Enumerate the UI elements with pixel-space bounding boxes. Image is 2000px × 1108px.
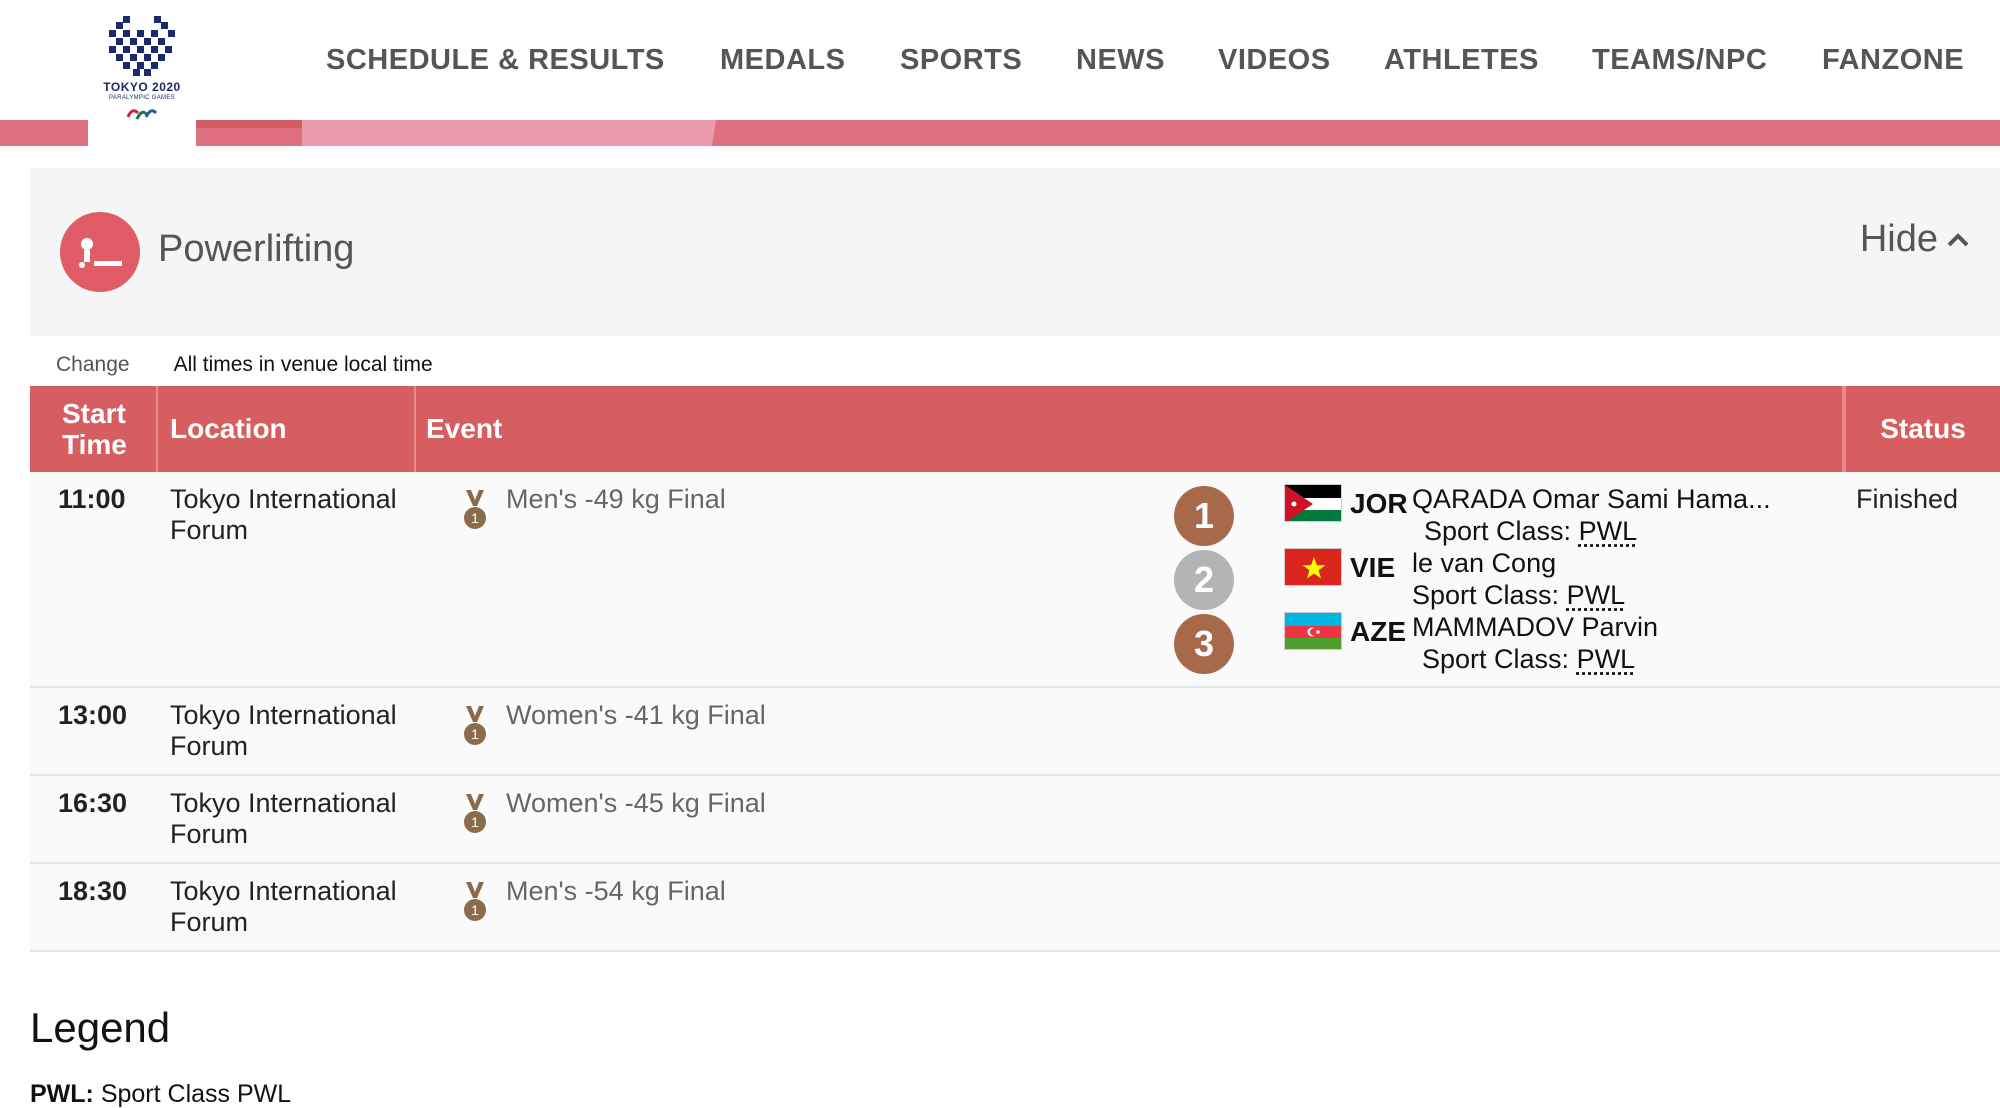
- row-event[interactable]: Women's -45 kg Final: [506, 788, 766, 819]
- site-header: TOKYO 2020 PARALYMPIC GAMES SCHEDULE & R…: [0, 0, 2000, 146]
- result-item: 1 JOR QARADA Omar Sami Hama... Sport Cla…: [1174, 482, 1814, 546]
- schedule-table: Start Time Location Event Status 11:00 T…: [30, 386, 2000, 952]
- result-item: 3 AZE MAMMADOV Parvin Sport Class: PWL: [1174, 610, 1814, 674]
- row-start-time: 18:30: [58, 876, 128, 906]
- row-start-time: 11:00: [58, 484, 126, 514]
- header-location: Location: [158, 386, 416, 472]
- sport-class-label: Sport Class:: [1422, 644, 1570, 674]
- silver-medal-icon: 2: [1174, 550, 1234, 610]
- header-status: Status: [1844, 386, 2000, 472]
- hide-label: Hide: [1859, 218, 1938, 260]
- timezone-note: All times in venue local time: [173, 353, 433, 376]
- result-item: 2 VIE le van Cong Sport Class: PWL: [1174, 546, 1814, 610]
- legend-item: PWL: Sport Class PWL: [30, 1080, 291, 1108]
- nav-athletes[interactable]: ATHLETES: [1384, 44, 1539, 77]
- nav-news[interactable]: NEWS: [1076, 44, 1165, 77]
- bronze-medal-icon: 3: [1174, 614, 1234, 674]
- row-location: Tokyo International Forum: [170, 484, 397, 545]
- tokyo-2020-logo[interactable]: TOKYO 2020 PARALYMPIC GAMES: [88, 0, 196, 146]
- emblem-icon: [109, 16, 175, 76]
- row-start-time: 13:00: [58, 700, 128, 730]
- header-start-time-line1: Start: [62, 398, 126, 429]
- row-event[interactable]: Men's -49 kg Final: [506, 484, 726, 515]
- table-row[interactable]: 13:00 Tokyo International Forum 1 Women'…: [30, 688, 2000, 776]
- medal-event-icon: 1: [462, 794, 488, 843]
- sport-title: Powerlifting: [158, 228, 355, 270]
- svg-text:1: 1: [471, 902, 479, 918]
- sport-panel: Powerlifting Hide: [30, 168, 2000, 336]
- result-athlete-name[interactable]: MAMMADOV Parvin: [1412, 612, 1658, 643]
- medal-event-icon: 1: [462, 706, 488, 755]
- main-nav: SCHEDULE & RESULTS MEDALS SPORTS NEWS VI…: [300, 40, 2000, 80]
- chevron-up-icon: [1947, 232, 1969, 246]
- results-list: 1 JOR QARADA Omar Sami Hama... Sport Cla…: [1174, 482, 1814, 674]
- vietnam-flag-icon: [1284, 548, 1342, 586]
- logo-text: TOKYO 2020: [103, 80, 181, 94]
- sport-class-label: Sport Class:: [1412, 580, 1560, 610]
- svg-text:1: 1: [471, 814, 479, 830]
- table-row[interactable]: 18:30 Tokyo International Forum 1 Men's …: [30, 864, 2000, 952]
- row-event[interactable]: Women's -41 kg Final: [506, 700, 766, 731]
- row-status: Finished: [1856, 484, 1959, 514]
- jordan-flag-icon: [1284, 484, 1342, 522]
- svg-text:1: 1: [471, 510, 479, 526]
- legend-description: Sport Class PWL: [100, 1080, 292, 1108]
- result-noc: AZE: [1350, 616, 1406, 647]
- change-link[interactable]: Change: [56, 353, 130, 377]
- nav-fanzone[interactable]: FANZONE: [1822, 44, 1964, 77]
- svg-text:1: 1: [471, 726, 479, 742]
- row-event[interactable]: Men's -54 kg Final: [506, 876, 726, 907]
- header-stripe-accent: [196, 120, 302, 128]
- header-start-time-line2: Time: [62, 429, 127, 460]
- nav-sports[interactable]: SPORTS: [900, 44, 1022, 77]
- nav-videos[interactable]: VIDEOS: [1218, 44, 1331, 77]
- row-location: Tokyo International Forum: [170, 876, 397, 937]
- result-athlete-name[interactable]: QARADA Omar Sami Hama...: [1412, 484, 1771, 515]
- sport-class-code[interactable]: PWL: [1579, 516, 1638, 546]
- result-athlete-name[interactable]: le van Cong: [1412, 548, 1556, 579]
- nav-schedule-results[interactable]: SCHEDULE & RESULTS: [326, 44, 665, 77]
- result-sport-class: Sport Class: PWL: [1422, 644, 1635, 675]
- agitos-icon: [126, 109, 158, 120]
- row-location: Tokyo International Forum: [170, 700, 397, 761]
- result-noc: JOR: [1350, 488, 1408, 519]
- gold-medal-icon: 1: [1174, 486, 1234, 546]
- medal-event-icon: 1: [462, 882, 488, 931]
- nav-medals[interactable]: MEDALS: [720, 44, 845, 77]
- row-location: Tokyo International Forum: [170, 788, 397, 849]
- row-start-time: 16:30: [58, 788, 128, 818]
- header-start-time: Start Time: [30, 386, 158, 472]
- header-event: Event: [416, 386, 1844, 472]
- sport-class-label: Sport Class:: [1424, 516, 1572, 546]
- table-header: Start Time Location Event Status: [30, 386, 2000, 472]
- result-noc: VIE: [1350, 552, 1396, 583]
- nav-teams-npc[interactable]: TEAMS/NPC: [1592, 44, 1767, 77]
- schedule-meta: Change All times in venue local time: [30, 346, 2000, 384]
- legend-code: PWL:: [30, 1080, 94, 1108]
- legend-title: Legend: [30, 1004, 171, 1051]
- powerlifting-icon: [60, 212, 140, 292]
- azerbaijan-flag-icon: [1284, 612, 1342, 650]
- result-sport-class: Sport Class: PWL: [1412, 580, 1625, 611]
- header-stripe-highlight: [302, 120, 716, 146]
- hide-button[interactable]: Hide: [1860, 218, 1970, 261]
- sport-class-code[interactable]: PWL: [1577, 644, 1636, 674]
- result-sport-class: Sport Class: PWL: [1424, 516, 1637, 547]
- logo-subtext: PARALYMPIC GAMES: [109, 95, 175, 101]
- table-row[interactable]: 16:30 Tokyo International Forum 1 Women'…: [30, 776, 2000, 864]
- medal-event-icon: 1: [462, 490, 488, 539]
- sport-class-code[interactable]: PWL: [1567, 580, 1626, 610]
- table-row[interactable]: 11:00 Tokyo International Forum 1 Men's …: [30, 472, 2000, 688]
